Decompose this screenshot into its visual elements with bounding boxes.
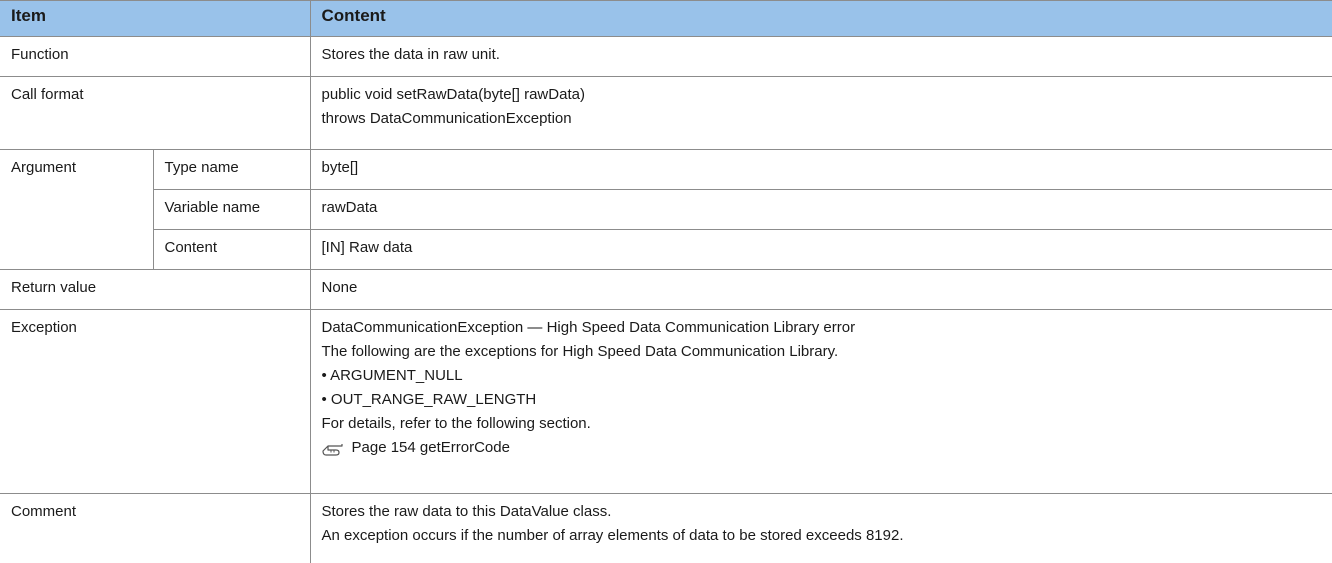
- page-reference-text[interactable]: Page 154 getErrorCode: [352, 439, 510, 456]
- argument-content-label: Content: [153, 230, 310, 270]
- page-reference-icon: [322, 440, 348, 456]
- table-row: Return value None: [0, 270, 1332, 310]
- function-text: Stores the data in raw unit.: [322, 43, 1323, 67]
- row-label-argument: Argument: [0, 150, 153, 270]
- exception-bullet-argument-null: • ARGUMENT_NULL: [322, 364, 1323, 388]
- row-value-return-value: None: [310, 270, 1332, 310]
- exception-line-1: DataCommunicationException — High Speed …: [322, 316, 1323, 340]
- argument-variable-name-label: Variable name: [153, 190, 310, 230]
- spec-table: Item Content Function Stores the data in…: [0, 0, 1332, 563]
- header-content: Content: [310, 1, 1332, 37]
- comment-line-2: An exception occurs if the number of arr…: [322, 524, 1323, 548]
- row-value-function: Stores the data in raw unit.: [310, 37, 1332, 77]
- exception-details: For details, refer to the following sect…: [322, 412, 1323, 436]
- table-row: Exception DataCommunicationException — H…: [0, 310, 1332, 494]
- row-label-return-value: Return value: [0, 270, 310, 310]
- row-label-function: Function: [0, 37, 310, 77]
- row-value-comment: Stores the raw data to this DataValue cl…: [310, 494, 1332, 563]
- call-format-line-2: throws DataCommunicationException: [322, 107, 1323, 131]
- argument-type-name-value: byte[]: [310, 150, 1332, 190]
- header-row: Item Content: [0, 1, 1332, 37]
- exception-line-2: The following are the exceptions for Hig…: [322, 340, 1323, 364]
- row-value-call-format: public void setRawData(byte[] rawData) t…: [310, 77, 1332, 150]
- header-item: Item: [0, 1, 310, 37]
- call-format-line-1: public void setRawData(byte[] rawData): [322, 83, 1323, 107]
- row-label-call-format: Call format: [0, 77, 310, 150]
- table-row: Call format public void setRawData(byte[…: [0, 77, 1332, 150]
- row-label-comment: Comment: [0, 494, 310, 563]
- row-label-exception: Exception: [0, 310, 310, 494]
- table-row: Argument Type name byte[]: [0, 150, 1332, 190]
- table-row: Content [IN] Raw data: [0, 230, 1332, 270]
- argument-type-name-label: Type name: [153, 150, 310, 190]
- argument-content-value: [IN] Raw data: [310, 230, 1332, 270]
- page-reference-link[interactable]: Page 154 getErrorCode: [322, 436, 1323, 460]
- table-row: Comment Stores the raw data to this Data…: [0, 494, 1332, 563]
- table-row: Variable name rawData: [0, 190, 1332, 230]
- exception-bullet-out-range-raw-length: • OUT_RANGE_RAW_LENGTH: [322, 388, 1323, 412]
- table-row: Function Stores the data in raw unit.: [0, 37, 1332, 77]
- row-value-exception: DataCommunicationException — High Speed …: [310, 310, 1332, 494]
- argument-variable-name-value: rawData: [310, 190, 1332, 230]
- comment-line-1: Stores the raw data to this DataValue cl…: [322, 500, 1323, 524]
